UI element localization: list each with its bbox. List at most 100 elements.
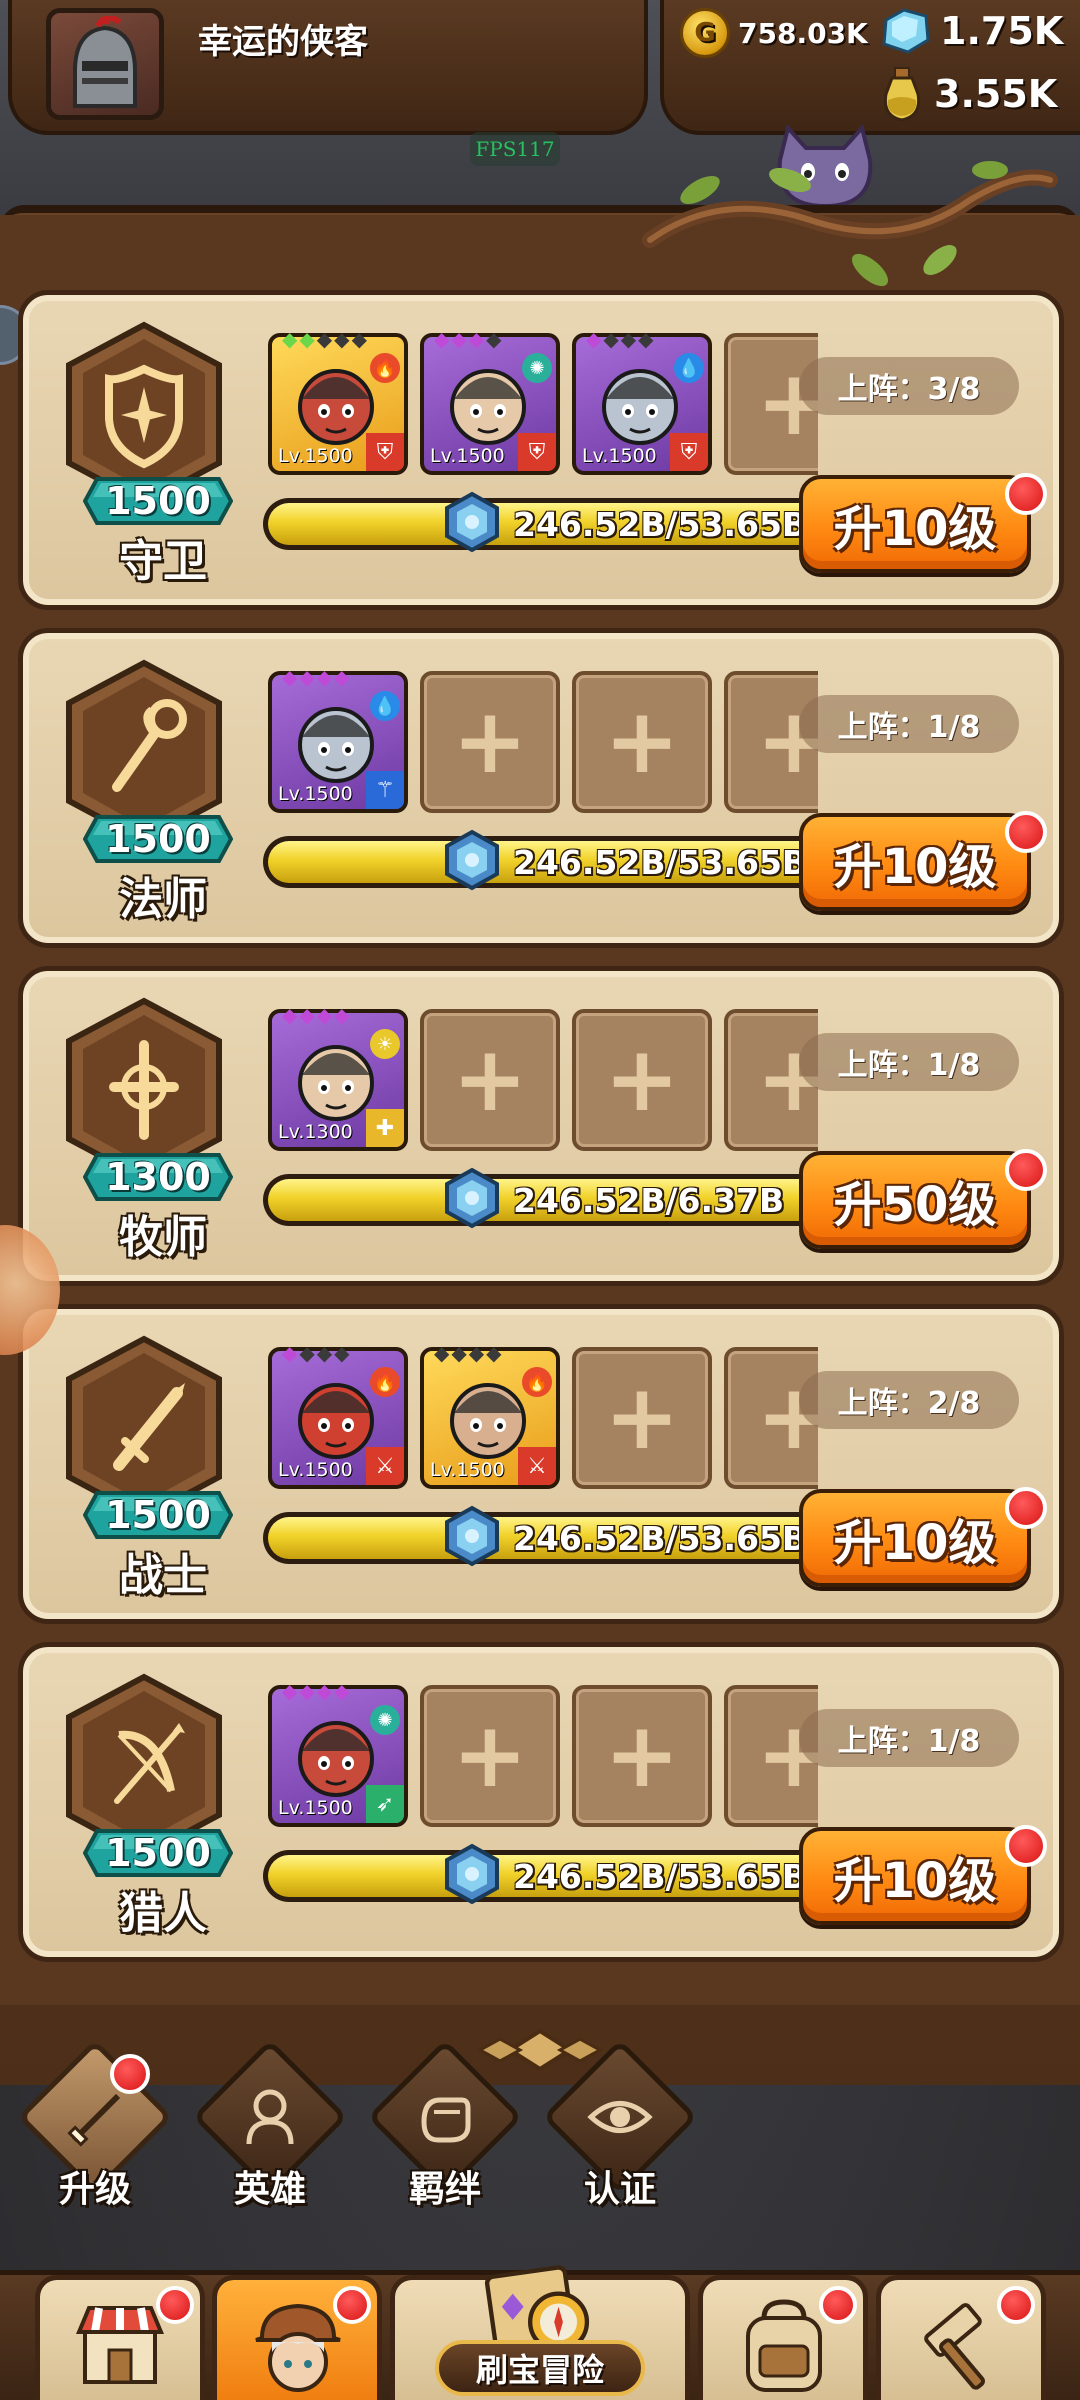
fps-counter: FPS117	[470, 132, 560, 166]
upgrade-badge	[1005, 1487, 1047, 1529]
hero-slot[interactable]: ◆ ◆ ◆ ◆ ✺ ➶ Lv.1500	[268, 1685, 408, 1827]
hero-level: Lv.1500	[430, 1459, 505, 1481]
player-avatar[interactable]	[46, 8, 164, 120]
empty-hero-slot[interactable]: +	[420, 1009, 560, 1151]
xp-text: 246.52B/6.37B	[513, 1180, 785, 1220]
empty-hero-slot[interactable]: +	[724, 333, 818, 475]
deploy-count: 上阵：3/8	[799, 357, 1019, 415]
potion-amount: 3.55K	[934, 72, 1058, 116]
hero-role-icon: ⚚	[366, 771, 404, 809]
hero-star-rating: ◆ ◆ ◆ ◆	[282, 1347, 350, 1365]
nav-forge-button[interactable]	[876, 2275, 1046, 2400]
empty-hero-slot[interactable]: +	[724, 671, 818, 813]
hero-slot[interactable]: ◆ ◆ ◆ ◆ ✺ ⛨ Lv.1500	[420, 333, 560, 475]
upgrade-button[interactable]: 升10级	[799, 475, 1031, 573]
fist-bond-icon	[421, 2097, 471, 2143]
hero-slots: ◆ ◆ ◆ ◆ 💧 ⚚ Lv.1500 + + +	[268, 671, 818, 821]
empty-hero-slot[interactable]: +	[420, 1685, 560, 1827]
hero-element-icon: 💧	[370, 691, 400, 721]
class-card: 1500 守卫 ◆ ◆ ◆ ◆ ◆ 🔥 ⛨ Lv.1500 ◆ ◆ ◆ ◆ ✺ ⛨	[18, 290, 1064, 610]
player-name: 幸运的侠客	[198, 22, 368, 62]
potion-bottle-icon	[883, 67, 921, 122]
deploy-count: 上阵：2/8	[799, 1371, 1019, 1429]
hero-slot[interactable]: ◆ ◆ ◆ ◆ 💧 ⛨ Lv.1500	[572, 333, 712, 475]
blue-crystal-icon	[445, 829, 499, 891]
tab-certify[interactable]: 认证	[535, 2039, 698, 2220]
empty-hero-slot[interactable]: +	[572, 671, 712, 813]
upgrade-sword-icon	[67, 2093, 121, 2147]
upgrade-button[interactable]: 升50级	[799, 1151, 1031, 1249]
hero-slot[interactable]: ◆ ◆ ◆ ◆ 🔥 ⚔ Lv.1500	[420, 1347, 560, 1489]
nav-shop-button[interactable]	[35, 2275, 205, 2400]
hero-slot[interactable]: ◆ ◆ ◆ ◆ ☀ ✚ Lv.1300	[268, 1009, 408, 1151]
potion-counter[interactable]: 3.55K	[878, 66, 1057, 122]
class-card: 1500 战士 ◆◆◆◆ 🔥 ⚔ Lv.1500 ◆◆◆◆ 🔥 ⚔	[18, 1304, 1064, 1624]
gem-counter[interactable]: 1.75K	[878, 6, 1063, 56]
hero-element-icon: ☀	[370, 1029, 400, 1059]
category-tabs: 升级 英雄 羁绊 认证	[0, 2039, 1080, 2220]
bag-badge	[819, 2286, 857, 2324]
hero-slot[interactable]: ◆ ◆ ◆ ◆ ◆ 🔥 ⛨ Lv.1500	[268, 333, 408, 475]
empty-hero-slot[interactable]: +	[724, 1347, 818, 1489]
tab-bonds[interactable]: 羁绊	[360, 2039, 523, 2220]
tab-heroes[interactable]: 英雄	[185, 2039, 348, 2220]
hero-silhouette-icon	[246, 2089, 294, 2145]
empty-hero-slot[interactable]: +	[724, 1685, 818, 1827]
upgrade-badge	[1005, 811, 1047, 853]
tab-upgrade[interactable]: 升级	[10, 2039, 173, 2220]
gold-counter[interactable]: G 758.03K	[680, 8, 868, 58]
tab-label: 认证	[583, 2169, 656, 2210]
plus-icon: +	[604, 1365, 680, 1470]
class-level-badge: 1500	[83, 813, 233, 865]
plus-icon: +	[452, 1703, 528, 1808]
hero-slot[interactable]: ◆ ◆ ◆ ◆ 💧 ⚚ Lv.1500	[268, 671, 408, 813]
empty-hero-slot[interactable]: +	[572, 1685, 712, 1827]
hero-element-icon: 💧	[674, 353, 704, 383]
deploy-count: 上阵：1/8	[799, 695, 1019, 753]
hero-role-icon: ⛨	[518, 433, 556, 471]
hero-element-icon: 🔥	[370, 1367, 400, 1397]
class-card: 1500 法师 ◆ ◆ ◆ ◆ 💧 ⚚ Lv.1500 + + + 上阵：1/8 246.52…	[18, 628, 1064, 948]
deploy-count: 上阵：1/8	[799, 1033, 1019, 1091]
forge-badge	[997, 2286, 1035, 2324]
blue-crystal-icon	[445, 1843, 499, 1905]
empty-hero-slot[interactable]: +	[572, 1347, 712, 1489]
nav-bag-button[interactable]	[698, 2275, 868, 2400]
hero-star-rating: ◆ ◆ ◆ ◆	[282, 1009, 350, 1027]
upgrade-button[interactable]: 升10级	[799, 1827, 1031, 1925]
hero-element-icon: 🔥	[522, 1367, 552, 1397]
plus-icon: +	[452, 1027, 528, 1132]
class-card: 1300 牧师 ◆ ◆ ◆ ◆ ☀ ✚ Lv.1300 + + + 上阵：1/8 246.52…	[18, 966, 1064, 1286]
gold-amount: 758.03K	[738, 16, 868, 50]
class-name: 守卫	[119, 536, 207, 587]
hero-slot[interactable]: ◆ ◆ ◆ ◆ 🔥 ⚔ Lv.1500	[268, 1347, 408, 1489]
upgrade-button[interactable]: 升10级	[799, 1489, 1031, 1587]
hero-slots: ◆ ◆ ◆ ◆ ◆ 🔥 ⛨ Lv.1500 ◆ ◆ ◆ ◆ ✺ ⛨ Lv.1500	[268, 333, 818, 483]
xp-text: 246.52B/53.65B	[513, 1518, 808, 1558]
shop-badge	[156, 2286, 194, 2324]
plus-icon: +	[604, 689, 680, 794]
hero-star-rating: ◆ ◆ ◆ ◆	[434, 1347, 502, 1365]
blue-crystal-icon	[445, 491, 499, 553]
class-name: 战士	[119, 1550, 207, 1601]
hero-star-rating: ◆ ◆ ◆ ◆	[586, 333, 654, 351]
empty-hero-slot[interactable]: +	[572, 1009, 712, 1151]
tab-label: 升级	[58, 2169, 131, 2210]
plus-icon: +	[452, 689, 528, 794]
empty-hero-slot[interactable]: +	[724, 1009, 818, 1151]
class-name: 牧师	[119, 1212, 207, 1263]
hero-star-rating: ◆ ◆ ◆ ◆	[282, 1685, 350, 1703]
hero-slots: ◆◆◆◆ 🔥 ⚔ Lv.1500 ◆◆◆◆ 🔥 ⚔ Lv.1500	[268, 1347, 818, 1497]
hero-role-icon: ➶	[366, 1785, 404, 1823]
upgrade-button[interactable]: 升10级	[799, 813, 1031, 911]
adventure-label: 刷宝冒险	[435, 2340, 645, 2396]
hero-slots: ◆ ◆ ◆ ◆ ☀ ✚ Lv.1300 + + +	[268, 1009, 818, 1159]
nav-heroes-button[interactable]	[212, 2275, 382, 2400]
hero-level: Lv.1500	[278, 445, 353, 467]
hero-level: Lv.1500	[278, 783, 353, 805]
heroes-badge	[333, 2286, 371, 2324]
tab-upgrade-badge	[110, 2054, 150, 2094]
class-level: 1500	[105, 1493, 211, 1537]
hero-role-icon: ⛨	[670, 433, 708, 471]
empty-hero-slot[interactable]: +	[420, 671, 560, 813]
